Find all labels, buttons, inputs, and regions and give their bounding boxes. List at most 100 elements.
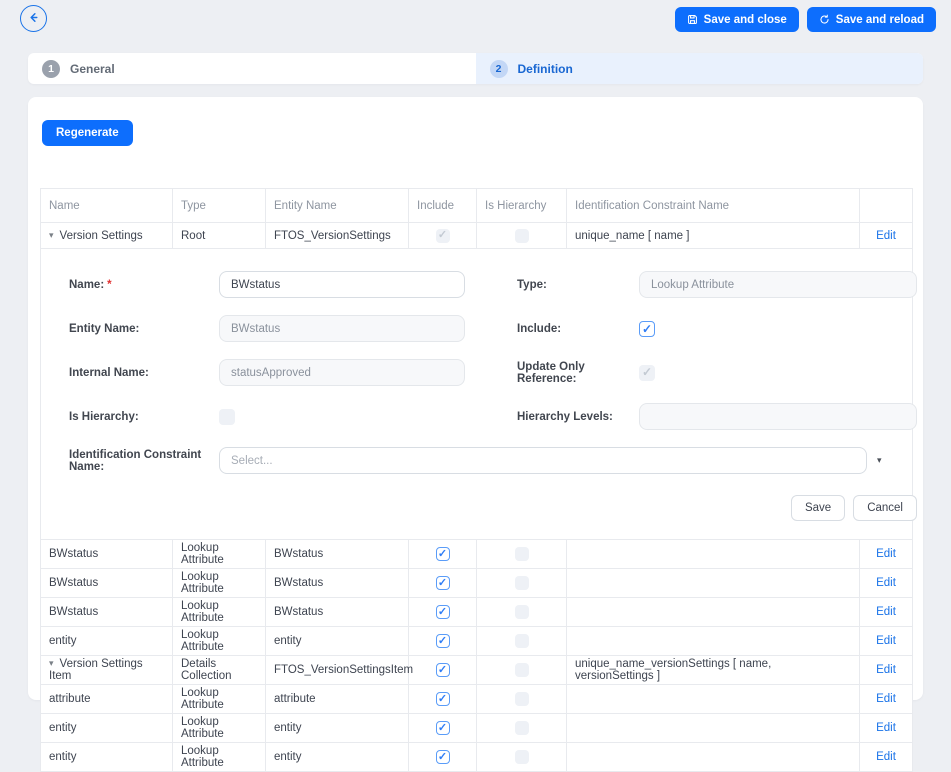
is-hierarchy-checkbox-cell xyxy=(477,685,567,714)
column-header-name: Name xyxy=(41,189,173,223)
save-and-reload-label: Save and reload xyxy=(836,14,924,26)
row-name: Version Settings xyxy=(60,230,143,242)
entity-name-input xyxy=(219,315,465,342)
step-label: General xyxy=(70,62,115,76)
edit-link[interactable]: Edit xyxy=(876,751,896,763)
table-row: entityLookup AttributeentityEdit xyxy=(41,714,913,743)
row-name: entity xyxy=(49,635,77,647)
name-field-row: Name:* xyxy=(69,271,465,298)
dropdown-caret-icon[interactable]: ▾ xyxy=(877,455,882,466)
entity-name-label: Entity Name: xyxy=(69,323,219,335)
row-identification-constraint xyxy=(567,743,860,772)
include-checkbox xyxy=(436,229,450,243)
is-hierarchy-checkbox xyxy=(515,547,529,561)
name-label: Name:* xyxy=(69,279,219,291)
edit-link[interactable]: Edit xyxy=(876,693,896,705)
is-hierarchy-checkbox-cell xyxy=(477,743,567,772)
form-cancel-button[interactable]: Cancel xyxy=(853,495,917,521)
step-label: Definition xyxy=(518,62,573,76)
include-checkbox-cell xyxy=(409,598,477,627)
column-header-type: Type xyxy=(173,189,266,223)
form-actions: Save Cancel xyxy=(69,495,917,521)
update-only-reference-label: Update Only Reference: xyxy=(517,361,639,385)
is-hierarchy-checkbox xyxy=(515,750,529,764)
row-name: BWstatus xyxy=(49,548,98,560)
save-and-reload-button[interactable]: Save and reload xyxy=(807,7,936,32)
identification-constraint-select[interactable]: Select... xyxy=(219,447,867,474)
form-save-button[interactable]: Save xyxy=(791,495,845,521)
table-row: BWstatusLookup AttributeBWstatusEdit xyxy=(41,569,913,598)
include-checkbox[interactable] xyxy=(436,692,450,706)
identification-constraint-label: Identification Constraint Name: xyxy=(69,449,219,473)
is-hierarchy-label: Is Hierarchy: xyxy=(69,411,219,423)
row-identification-constraint xyxy=(567,714,860,743)
back-button[interactable] xyxy=(20,5,47,32)
include-checkbox[interactable] xyxy=(436,663,450,677)
row-edit-cell: Edit xyxy=(860,714,913,743)
edit-link[interactable]: Edit xyxy=(876,606,896,618)
row-name-cell: entity xyxy=(41,627,173,656)
name-input[interactable] xyxy=(219,271,465,298)
is-hierarchy-checkbox xyxy=(515,229,529,243)
top-actions: Save and close Save and reload xyxy=(675,7,936,32)
row-edit-cell: Edit xyxy=(860,627,913,656)
row-type: Lookup Attribute xyxy=(173,714,266,743)
row-name: Version Settings Item xyxy=(49,658,143,682)
edit-link[interactable]: Edit xyxy=(876,635,896,647)
row-identification-constraint xyxy=(567,569,860,598)
inline-edit-form: Name:* Type: Entity Name: Include: xyxy=(41,249,913,540)
edit-link[interactable]: Edit xyxy=(876,230,896,242)
internal-name-label: Internal Name: xyxy=(69,367,219,379)
include-checkbox-cell xyxy=(409,627,477,656)
include-checkbox[interactable] xyxy=(436,605,450,619)
row-type: Lookup Attribute xyxy=(173,685,266,714)
tab-definition[interactable]: 2 Definition xyxy=(476,53,924,84)
edit-link[interactable]: Edit xyxy=(876,722,896,734)
is-hierarchy-checkbox-cell xyxy=(477,627,567,656)
edit-link[interactable]: Edit xyxy=(876,548,896,560)
save-and-close-label: Save and close xyxy=(704,14,787,26)
regenerate-button[interactable]: Regenerate xyxy=(42,120,133,146)
is-hierarchy-checkbox xyxy=(515,721,529,735)
row-type: Lookup Attribute xyxy=(173,540,266,569)
row-type: Root xyxy=(173,223,266,249)
edit-link[interactable]: Edit xyxy=(876,664,896,676)
include-checkbox[interactable] xyxy=(639,321,655,337)
table-header: Name Type Entity Name Include Is Hierarc… xyxy=(41,189,913,223)
include-checkbox-cell xyxy=(409,540,477,569)
row-name: BWstatus xyxy=(49,577,98,589)
include-checkbox[interactable] xyxy=(436,634,450,648)
row-identification-constraint: unique_name_versionSettings [ name, vers… xyxy=(567,656,860,685)
save-and-close-button[interactable]: Save and close xyxy=(675,7,799,32)
select-placeholder: Select... xyxy=(231,455,273,467)
row-name-cell: BWstatus xyxy=(41,540,173,569)
row-name: entity xyxy=(49,751,77,763)
is-hierarchy-checkbox-cell xyxy=(477,656,567,685)
table-row: BWstatusLookup AttributeBWstatusEdit xyxy=(41,598,913,627)
entity-name-field-row: Entity Name: xyxy=(69,315,465,342)
include-checkbox[interactable] xyxy=(436,576,450,590)
type-input xyxy=(639,271,917,298)
row-entity-name: BWstatus xyxy=(266,598,409,627)
is-hierarchy-checkbox xyxy=(515,692,529,706)
caret-down-icon[interactable]: ▾ xyxy=(49,658,54,669)
include-checkbox[interactable] xyxy=(436,721,450,735)
type-field-row: Type: xyxy=(517,271,917,298)
include-checkbox-cell xyxy=(409,223,477,249)
include-label: Include: xyxy=(517,323,639,335)
row-entity-name: BWstatus xyxy=(266,540,409,569)
is-hierarchy-field-row: Is Hierarchy: xyxy=(69,403,465,430)
include-checkbox-cell xyxy=(409,656,477,685)
edit-link[interactable]: Edit xyxy=(876,577,896,589)
caret-down-icon[interactable]: ▾ xyxy=(49,230,54,241)
include-checkbox[interactable] xyxy=(436,750,450,764)
include-checkbox-cell xyxy=(409,714,477,743)
row-entity-name: FTOS_VersionSettings xyxy=(266,223,409,249)
column-header-actions xyxy=(860,189,913,223)
include-checkbox[interactable] xyxy=(436,547,450,561)
identification-constraint-field-row: Identification Constraint Name: Select..… xyxy=(69,447,917,474)
row-name: BWstatus xyxy=(49,606,98,618)
is-hierarchy-checkbox-cell xyxy=(477,540,567,569)
tab-general[interactable]: 1 General xyxy=(28,53,476,84)
column-header-identification-constraint-name: Identification Constraint Name xyxy=(567,189,860,223)
